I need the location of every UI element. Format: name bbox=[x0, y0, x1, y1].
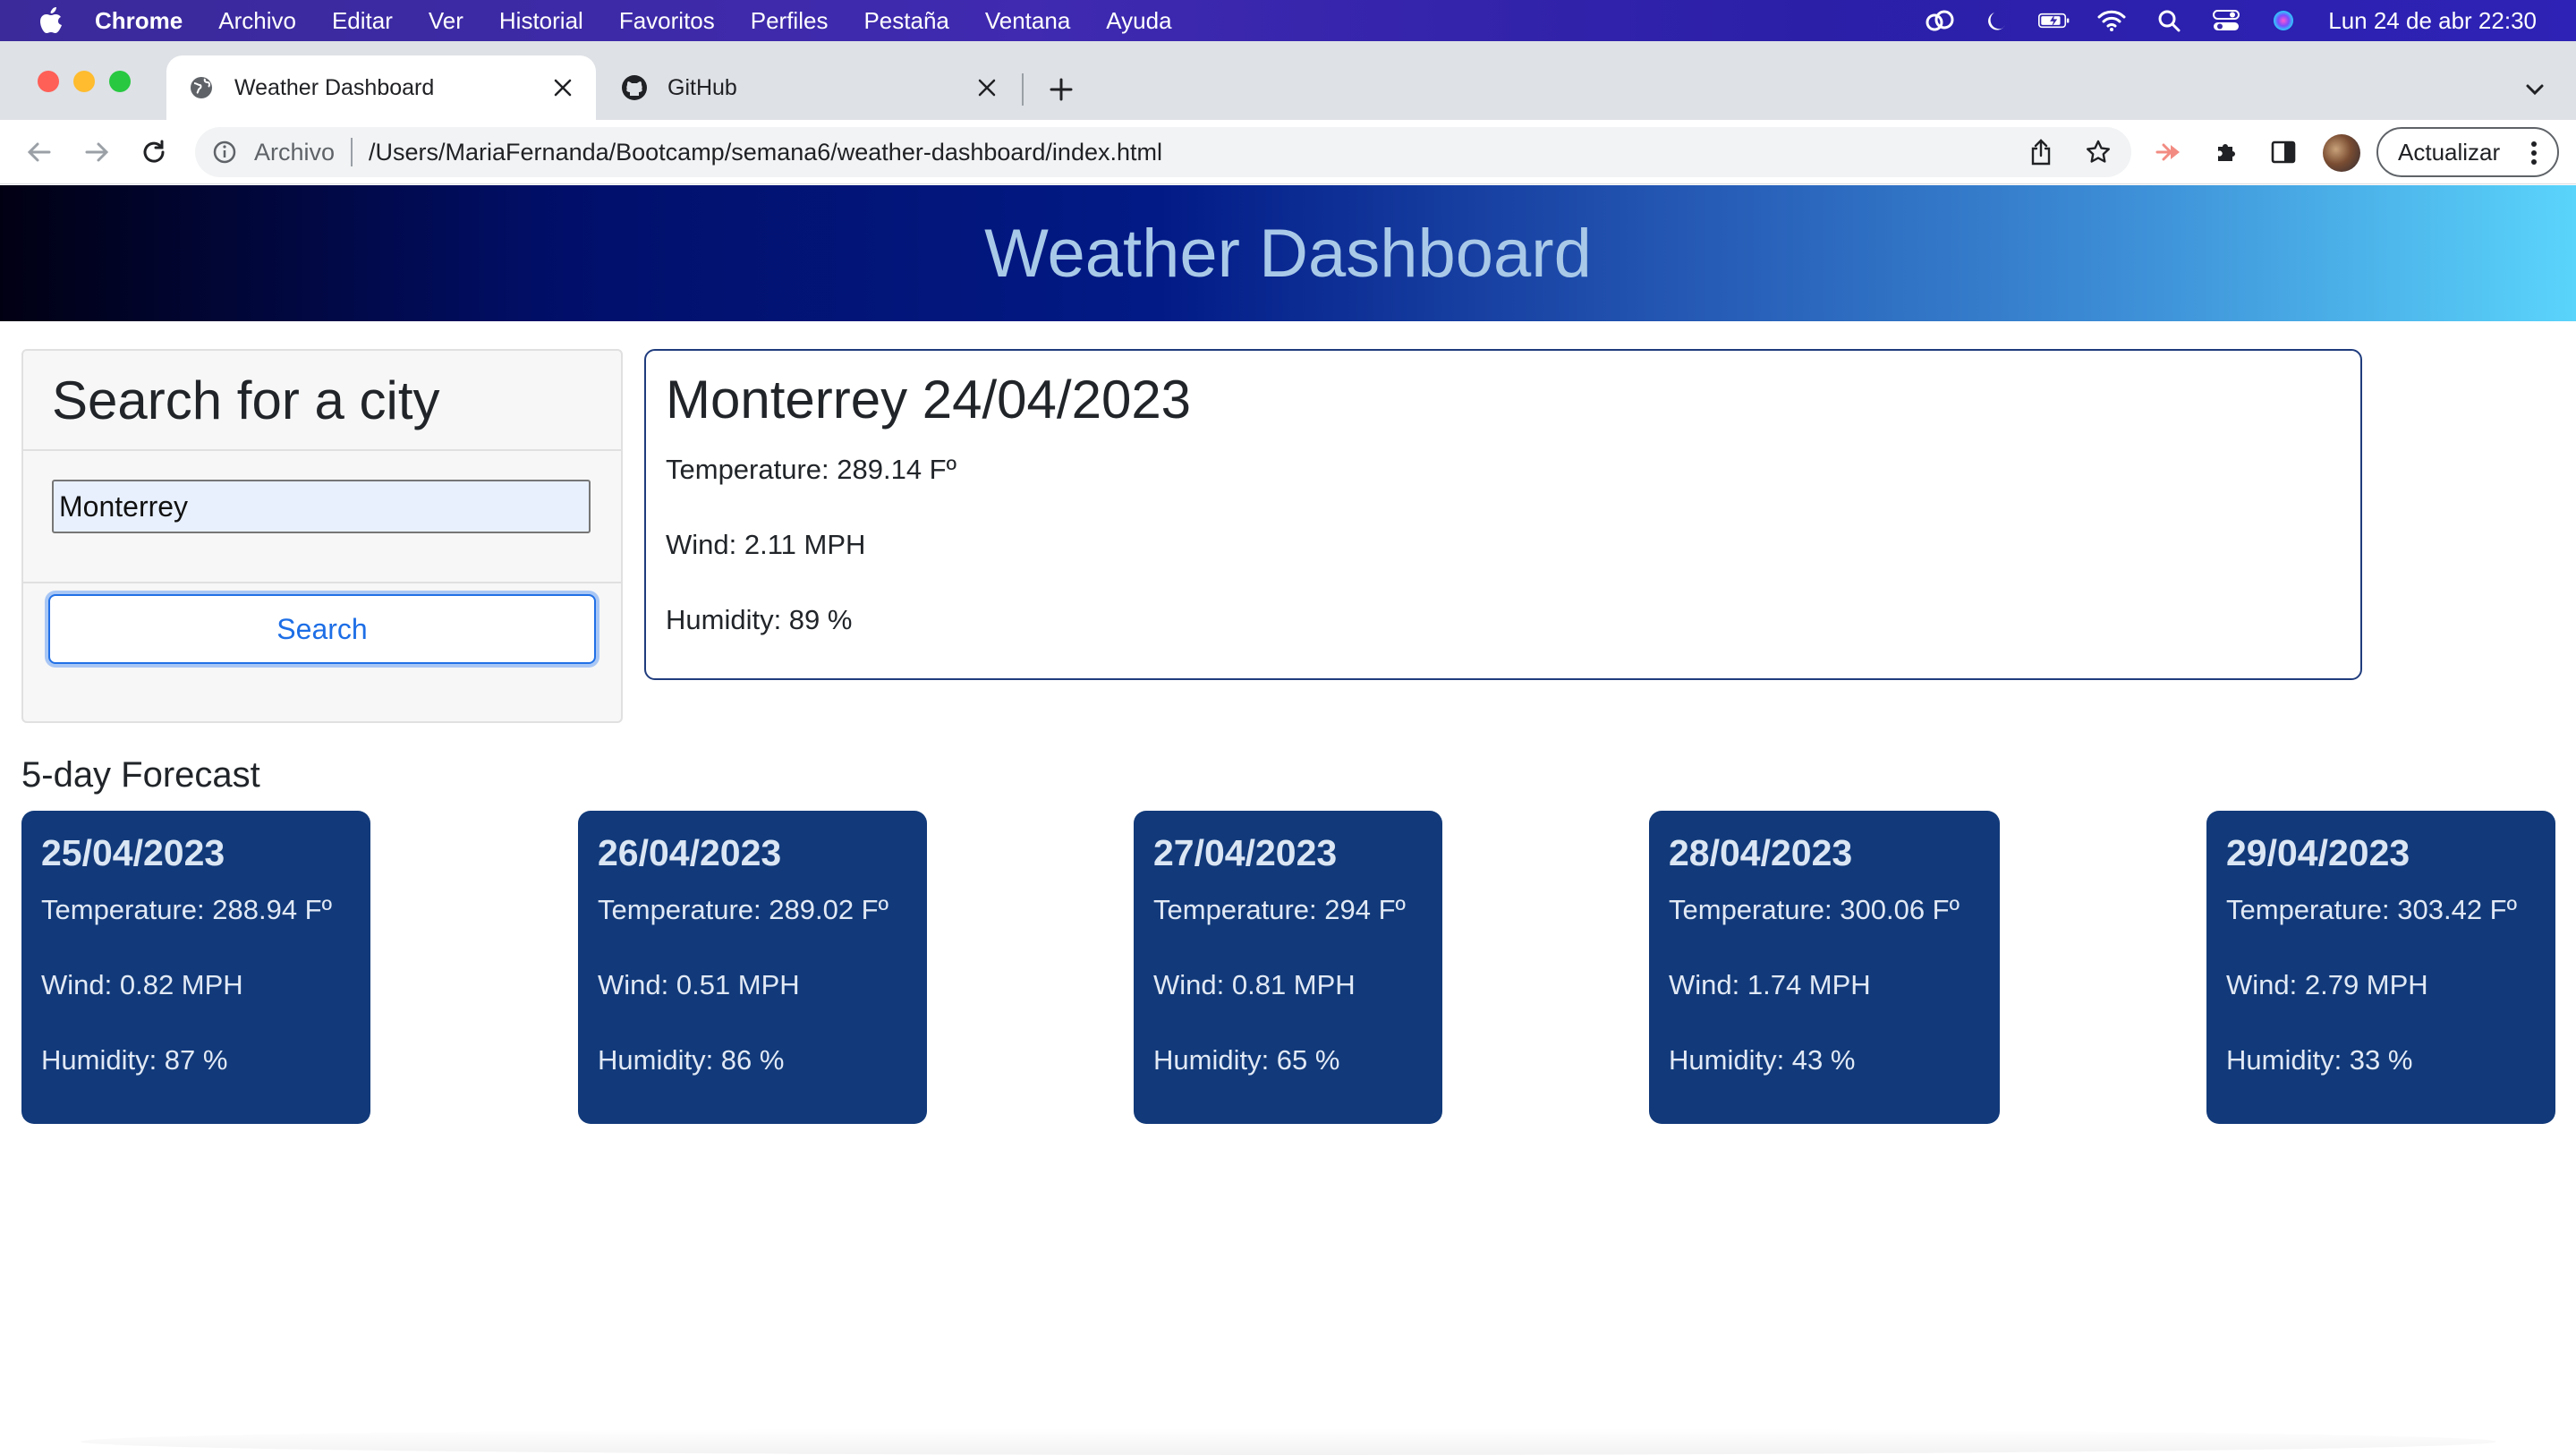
macos-menu-bar: Chrome Archivo Editar Ver Historial Favo… bbox=[0, 0, 2576, 41]
page-title: Weather Dashboard bbox=[984, 215, 1592, 292]
menu-ver[interactable]: Ver bbox=[429, 7, 463, 35]
menu-editar[interactable]: Editar bbox=[332, 7, 393, 35]
search-body bbox=[23, 451, 621, 583]
window-close-button[interactable] bbox=[38, 71, 59, 92]
search-panel: Search for a city Search bbox=[21, 349, 623, 723]
tab-title: GitHub bbox=[667, 74, 737, 100]
search-heading: Search for a city bbox=[23, 351, 621, 451]
forecast-wind: Wind: 1.74 MPH bbox=[1669, 969, 1871, 1000]
side-panel-icon[interactable] bbox=[2267, 136, 2300, 168]
forecast-temperature: Temperature: 300.06 Fº bbox=[1669, 894, 1960, 925]
forecast-wind: Wind: 0.51 MPH bbox=[598, 969, 800, 1000]
address-url[interactable]: /Users/MariaFernanda/Bootcamp/semana6/we… bbox=[369, 139, 1162, 166]
browser-toolbar: Archivo /Users/MariaFernanda/Bootcamp/se… bbox=[0, 120, 2576, 184]
forecast-card: 25/04/2023 Temperature: 288.94 Fº Wind: … bbox=[21, 811, 370, 1124]
current-humidity: Humidity: 89 % bbox=[666, 604, 853, 635]
forecast-humidity: Humidity: 43 % bbox=[1669, 1044, 1856, 1076]
tab-github[interactable]: GitHub bbox=[599, 55, 1020, 120]
current-wind: Wind: 2.11 MPH bbox=[666, 529, 866, 560]
forecast-humidity: Humidity: 87 % bbox=[41, 1044, 228, 1076]
forecast-card: 26/04/2023 Temperature: 289.02 Fº Wind: … bbox=[578, 811, 927, 1124]
apple-icon[interactable] bbox=[38, 7, 64, 34]
forecast-date: 25/04/2023 bbox=[41, 832, 225, 873]
extensions-puzzle-icon[interactable] bbox=[2210, 136, 2242, 168]
menu-bar-clock[interactable]: Lun 24 de abr 22:30 bbox=[2328, 7, 2537, 35]
update-chrome-button[interactable]: Actualizar bbox=[2376, 127, 2559, 177]
creative-cloud-icon[interactable] bbox=[1924, 7, 1956, 34]
address-separator bbox=[351, 138, 353, 166]
page-header: Weather Dashboard bbox=[0, 185, 2576, 321]
forecast-date: 26/04/2023 bbox=[598, 832, 782, 873]
address-bar[interactable]: Archivo /Users/MariaFernanda/Bootcamp/se… bbox=[195, 127, 2131, 177]
search-button[interactable]: Search bbox=[48, 594, 596, 664]
tab-close-icon[interactable] bbox=[549, 74, 576, 101]
forward-arrow-icon[interactable] bbox=[81, 136, 113, 168]
menu-bar-status-area: Lun 24 de abr 22:30 bbox=[1899, 0, 2537, 41]
back-arrow-icon[interactable] bbox=[23, 136, 55, 168]
more-vertical-icon[interactable] bbox=[2523, 140, 2545, 166]
forecast-temperature: Temperature: 289.02 Fº bbox=[598, 894, 888, 925]
forecast-title: 5-day Forecast bbox=[21, 755, 260, 795]
forecast-humidity: Humidity: 65 % bbox=[1153, 1044, 1340, 1076]
current-weather-card: Monterrey 24/04/2023 Temperature: 289.14… bbox=[644, 349, 2362, 680]
address-scheme-label: Archivo bbox=[254, 138, 336, 166]
forecast-wind: Wind: 0.82 MPH bbox=[41, 969, 243, 1000]
forecast-wind: Wind: 0.81 MPH bbox=[1153, 969, 1356, 1000]
tab-search-chevron-down-icon[interactable] bbox=[2519, 73, 2551, 106]
cast-extension-icon[interactable] bbox=[2153, 136, 2185, 168]
tab-close-icon[interactable] bbox=[973, 74, 1000, 101]
control-center-icon[interactable] bbox=[2210, 7, 2242, 34]
new-tab-plus-icon[interactable] bbox=[1043, 72, 1079, 107]
forecast-temperature: Temperature: 288.94 Fº bbox=[41, 894, 332, 925]
forecast-temperature: Temperature: 294 Fº bbox=[1153, 894, 1406, 925]
current-city-date: Monterrey 24/04/2023 bbox=[666, 370, 1192, 430]
bookmark-star-icon[interactable] bbox=[2085, 139, 2112, 166]
city-search-input[interactable] bbox=[52, 480, 591, 533]
window-zoom-button[interactable] bbox=[109, 71, 131, 92]
forecast-temperature: Temperature: 303.42 Fº bbox=[2226, 894, 2517, 925]
menu-perfiles[interactable]: Perfiles bbox=[751, 7, 829, 35]
forecast-wind: Wind: 2.79 MPH bbox=[2226, 969, 2428, 1000]
menu-ayuda[interactable]: Ayuda bbox=[1106, 7, 1171, 35]
reload-icon[interactable] bbox=[138, 136, 170, 168]
tab-title: Weather Dashboard bbox=[234, 74, 435, 100]
menu-archivo[interactable]: Archivo bbox=[218, 7, 296, 35]
menu-ventana[interactable]: Ventana bbox=[985, 7, 1070, 35]
spotlight-search-icon[interactable] bbox=[2153, 7, 2185, 34]
profile-avatar[interactable] bbox=[2323, 134, 2360, 172]
forecast-card: 29/04/2023 Temperature: 303.42 Fº Wind: … bbox=[2206, 811, 2555, 1124]
forecast-date: 28/04/2023 bbox=[1669, 832, 1853, 873]
share-icon[interactable] bbox=[2028, 139, 2054, 166]
forecast-date: 27/04/2023 bbox=[1153, 832, 1338, 873]
battery-icon[interactable] bbox=[2038, 7, 2070, 34]
forecast-date: 29/04/2023 bbox=[2226, 832, 2410, 873]
moon-icon[interactable] bbox=[1981, 7, 2013, 34]
menu-favoritos[interactable]: Favoritos bbox=[619, 7, 715, 35]
browser-tab-strip: Weather Dashboard GitHub bbox=[0, 41, 2576, 120]
forecast-humidity: Humidity: 86 % bbox=[598, 1044, 785, 1076]
wifi-icon[interactable] bbox=[2096, 7, 2128, 34]
window-minimize-button[interactable] bbox=[73, 71, 95, 92]
forecast-card: 28/04/2023 Temperature: 300.06 Fº Wind: … bbox=[1649, 811, 2000, 1124]
siri-icon[interactable] bbox=[2267, 7, 2300, 34]
tab-weather-dashboard[interactable]: Weather Dashboard bbox=[166, 55, 596, 120]
globe-icon bbox=[188, 74, 215, 101]
window-bottom-shadow bbox=[81, 1428, 2496, 1455]
tab-divider bbox=[1022, 73, 1024, 106]
forecast-card: 27/04/2023 Temperature: 294 Fº Wind: 0.8… bbox=[1134, 811, 1442, 1124]
forecast-humidity: Humidity: 33 % bbox=[2226, 1044, 2413, 1076]
search-footer: Search bbox=[23, 583, 621, 664]
current-temperature: Temperature: 289.14 Fº bbox=[666, 454, 956, 485]
menu-app-name[interactable]: Chrome bbox=[95, 7, 183, 35]
menu-pestana[interactable]: Pestaña bbox=[863, 7, 948, 35]
update-button-label: Actualizar bbox=[2398, 138, 2501, 166]
github-icon bbox=[621, 74, 648, 101]
info-icon[interactable] bbox=[211, 139, 238, 166]
menu-historial[interactable]: Historial bbox=[499, 7, 583, 35]
